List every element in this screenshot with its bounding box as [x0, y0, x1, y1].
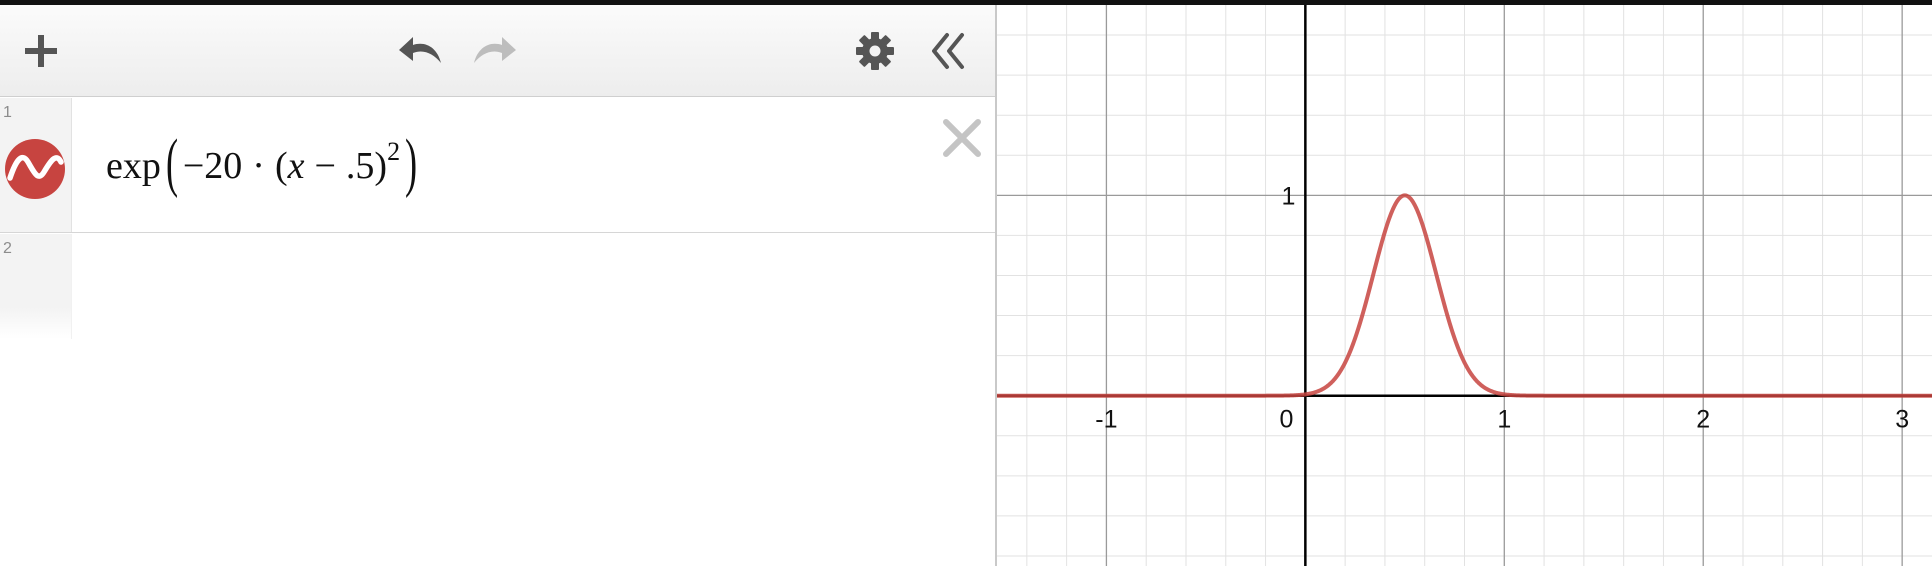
- undo-button[interactable]: [397, 27, 445, 75]
- collapse-panel-button[interactable]: [924, 27, 972, 75]
- redo-icon: [474, 37, 516, 63]
- math-variable: x: [287, 145, 305, 187]
- undo-icon: [399, 37, 441, 63]
- expression-number: 2: [3, 240, 12, 257]
- delete-expression-button[interactable]: [940, 116, 984, 160]
- double-chevron-left-icon: [932, 33, 964, 69]
- expression-gutter: 1: [0, 98, 72, 232]
- x-tick-label: 2: [1696, 406, 1710, 434]
- y-tick-label: 1: [1281, 182, 1295, 210]
- math-close-paren: ): [405, 126, 418, 199]
- plus-icon: [25, 35, 57, 67]
- add-item-button[interactable]: [17, 27, 65, 75]
- settings-button[interactable]: [851, 27, 899, 75]
- math-constant: .5: [345, 145, 375, 187]
- math-paren-close: ): [374, 145, 388, 187]
- math-function: exp: [106, 145, 161, 187]
- expression-gutter: 2: [0, 234, 72, 339]
- math-exponent: 2: [387, 137, 401, 166]
- expression-row-2[interactable]: 2: [0, 234, 995, 339]
- math-coefficient: −20: [182, 145, 243, 187]
- close-icon: [943, 119, 981, 157]
- x-tick-label: -1: [1095, 406, 1117, 434]
- math-dot: ·: [252, 145, 265, 187]
- graph-paper[interactable]: -1 0 1 2 3 1: [997, 5, 1932, 566]
- math-minus: −: [314, 145, 336, 187]
- x-tick-label: 3: [1895, 406, 1909, 434]
- expression-panel: 1 exp ( −20 · ( x − .5 ) 2 ) 2: [0, 5, 995, 566]
- expression-toolbar: [0, 5, 995, 97]
- gear-icon: [856, 32, 894, 70]
- redo-button[interactable]: [470, 27, 518, 75]
- curve-color-icon[interactable]: [4, 138, 66, 200]
- math-paren-open: (: [274, 145, 288, 187]
- minor-grid: [997, 5, 1932, 566]
- x-tick-label: 0: [1279, 406, 1293, 434]
- expression-math[interactable]: exp ( −20 · ( x − .5 ) 2 ): [106, 126, 422, 206]
- expression-row-1[interactable]: 1 exp ( −20 · ( x − .5 ) 2 ): [0, 98, 995, 233]
- expression-number: 1: [3, 104, 12, 121]
- math-open-paren: (: [165, 126, 178, 199]
- graph-canvas[interactable]: -1 0 1 2 3 1: [997, 5, 1932, 566]
- x-tick-label: 1: [1497, 406, 1511, 434]
